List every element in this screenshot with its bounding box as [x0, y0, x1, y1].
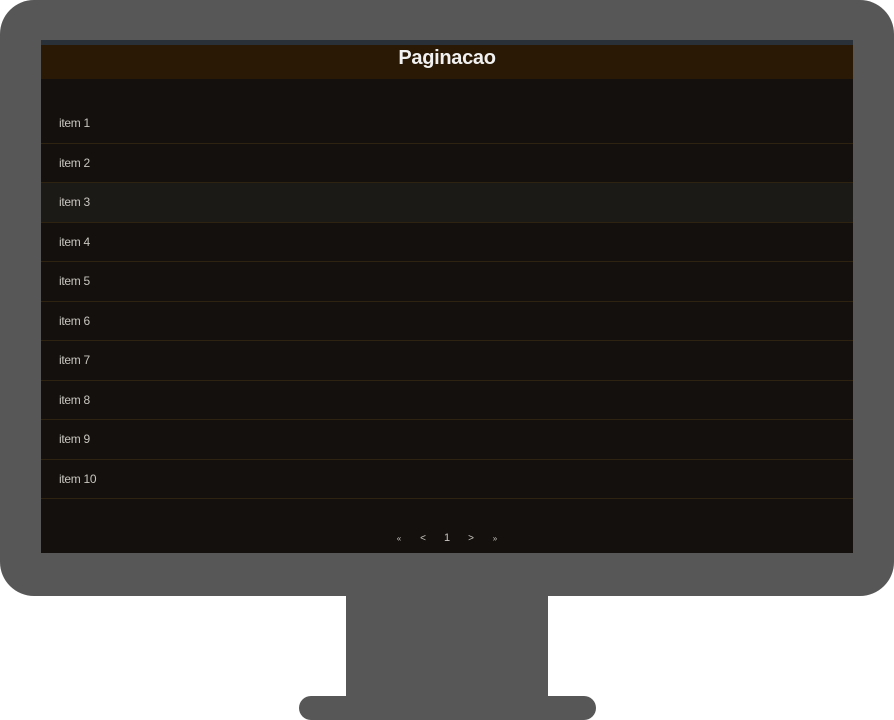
list-item-label: item 6 — [59, 313, 90, 328]
first-page-button[interactable]: « — [387, 532, 411, 546]
pagination: « < 1 > » — [41, 531, 853, 545]
list-item[interactable]: item 10 — [41, 460, 853, 499]
page-title: Paginacao — [398, 47, 496, 69]
list-item-label: item 1 — [59, 116, 90, 130]
prev-page-button[interactable]: < — [411, 532, 435, 546]
list-item[interactable]: item 5 — [41, 262, 853, 302]
list-item-label: item 2 — [59, 155, 90, 170]
list-item-label: item 3 — [59, 195, 90, 209]
list-item[interactable]: item 4 — [41, 223, 853, 262]
last-page-button[interactable]: » — [483, 532, 507, 546]
header-bar: Paginacao — [41, 45, 853, 79]
list-item[interactable]: item 7 — [41, 341, 853, 381]
monitor-frame: Paginacao item 1 item 2 item 3 item 4 it… — [0, 0, 894, 596]
list-item[interactable]: item 3 — [41, 183, 853, 223]
monitor-stand-base — [299, 696, 596, 720]
list-item-label: item 10 — [59, 471, 97, 486]
item-list: item 1 item 2 item 3 item 4 item 5 item … — [41, 104, 853, 499]
list-item-label: item 5 — [59, 274, 90, 288]
list-item-label: item 4 — [59, 234, 90, 249]
list-item-label: item 9 — [59, 432, 90, 446]
next-page-button[interactable]: > — [459, 532, 483, 546]
list-item-label: item 7 — [59, 353, 90, 367]
list-item[interactable]: item 1 — [41, 104, 853, 144]
list-item[interactable]: item 6 — [41, 302, 853, 341]
list-item[interactable]: item 2 — [41, 144, 853, 183]
list-item[interactable]: item 9 — [41, 420, 853, 460]
monitor-stand-neck — [346, 590, 548, 702]
page-number-1[interactable]: 1 — [435, 531, 459, 545]
list-item-label: item 8 — [59, 392, 90, 407]
list-item[interactable]: item 8 — [41, 381, 853, 420]
screen: Paginacao item 1 item 2 item 3 item 4 it… — [41, 40, 853, 553]
